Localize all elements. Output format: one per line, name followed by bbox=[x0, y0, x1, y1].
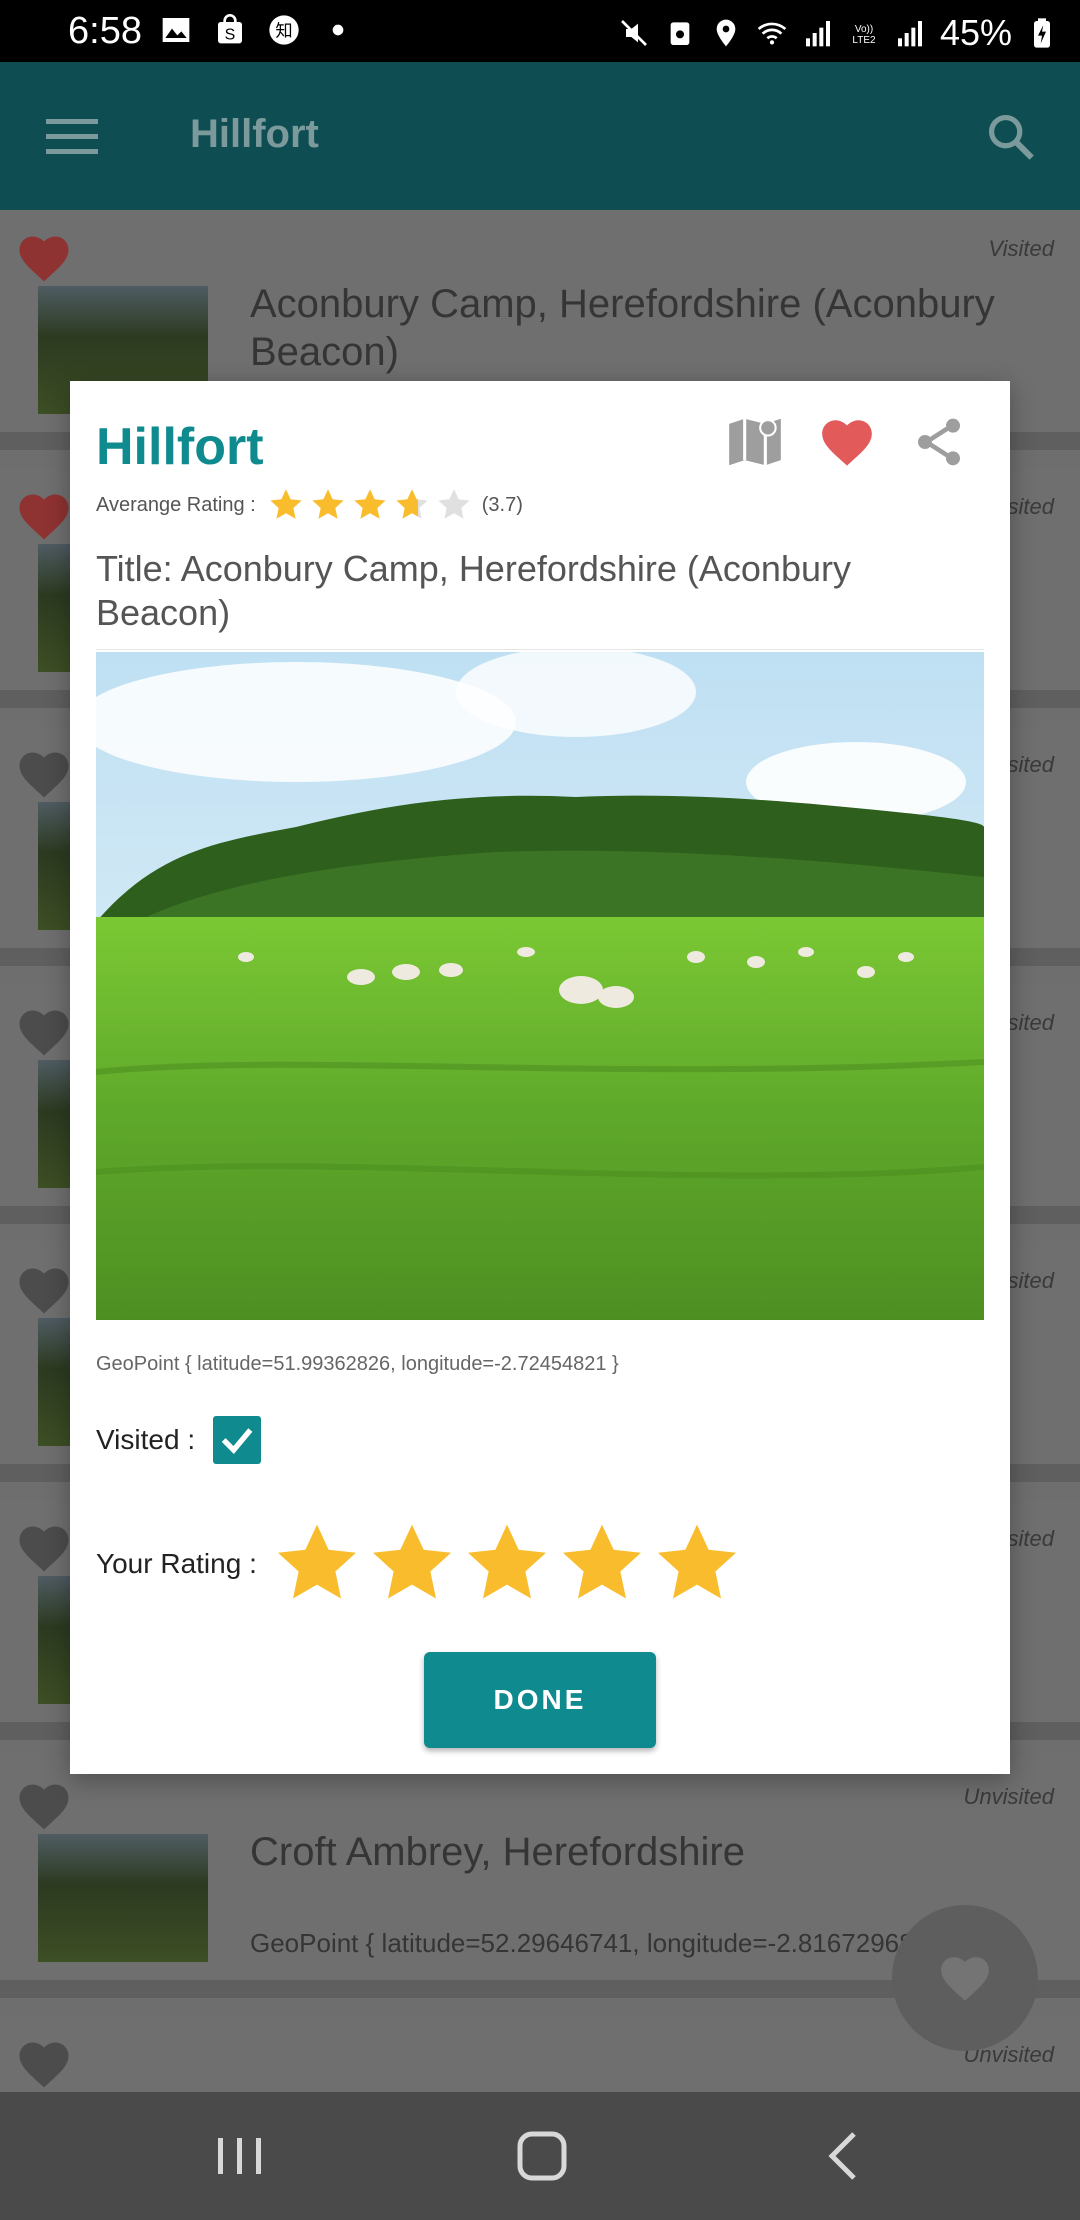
share-button[interactable] bbox=[908, 411, 970, 473]
your-rating-stars[interactable] bbox=[267, 1519, 742, 1609]
average-rating: Averange Rating : (3.7) bbox=[96, 487, 523, 523]
svg-text:知: 知 bbox=[275, 22, 292, 42]
zhihu-icon: 知 bbox=[269, 15, 299, 45]
favorite-button[interactable] bbox=[816, 411, 878, 473]
heart-outline-icon[interactable] bbox=[16, 1780, 72, 1832]
share-icon bbox=[918, 418, 960, 466]
average-star-icon bbox=[438, 489, 470, 519]
volte-icon: Vo))LTE2 bbox=[852, 24, 876, 46]
your-rating-label: Your Rating : bbox=[96, 1548, 257, 1579]
rating-star-icon[interactable] bbox=[272, 1519, 362, 1609]
image-icon bbox=[162, 18, 190, 42]
dialog-title: Hillfort bbox=[96, 418, 264, 476]
heart-outline-icon[interactable] bbox=[16, 748, 72, 800]
back-icon[interactable] bbox=[814, 2128, 874, 2184]
heart-outline-icon[interactable] bbox=[16, 2038, 72, 2090]
list-item-title: Aconbury Camp, Herefordshire (Aconbury B… bbox=[250, 282, 995, 374]
battery-charging-icon bbox=[1034, 18, 1050, 48]
visited-status: Visited bbox=[988, 236, 1054, 261]
average-star-icon bbox=[396, 489, 428, 519]
wifi-icon bbox=[757, 22, 787, 45]
svg-text:LTE2: LTE2 bbox=[852, 35, 876, 46]
heart-icon[interactable] bbox=[16, 490, 72, 542]
signal-icon bbox=[897, 21, 922, 47]
shopping-bag-icon: S bbox=[218, 14, 242, 44]
favorites-fab[interactable] bbox=[892, 1905, 1038, 2051]
heart-icon[interactable] bbox=[16, 232, 72, 284]
svg-text:S: S bbox=[225, 26, 236, 43]
hillfort-thumbnail bbox=[38, 1834, 208, 1962]
list-item-geo: GeoPoint { latitude=52.29646741, longitu… bbox=[250, 1928, 944, 1958]
hillfort-detail-dialog: Hillfort Averange Rating : (3.7) Title: … bbox=[70, 381, 1010, 1774]
geo-point-text: GeoPoint { latitude=51.99362826, longitu… bbox=[96, 1353, 619, 1375]
map-icon bbox=[729, 418, 781, 466]
hillfort-title: Title: Aconbury Camp, Herefordshire (Aco… bbox=[96, 548, 851, 633]
svg-text:Vo)): Vo)) bbox=[855, 24, 873, 35]
average-star-icon bbox=[354, 489, 386, 519]
rating-star-icon[interactable] bbox=[557, 1519, 647, 1609]
mute-icon bbox=[620, 20, 647, 46]
hillfort-photo bbox=[96, 652, 984, 1320]
location-icon bbox=[716, 19, 736, 47]
hamburger-menu-icon[interactable] bbox=[46, 117, 98, 157]
dot-icon bbox=[332, 24, 344, 36]
search-icon[interactable] bbox=[984, 110, 1036, 162]
map-button[interactable] bbox=[724, 411, 786, 473]
average-star-icon bbox=[312, 489, 344, 519]
status-bar: 6:58 S 知 Vo)) LTE2 45% bbox=[0, 0, 1080, 62]
average-rating-value: (3.7) bbox=[481, 493, 523, 516]
dialog-actions bbox=[724, 411, 970, 473]
recycle-icon bbox=[670, 22, 690, 45]
app-bar: Hillfort bbox=[0, 62, 1080, 210]
heart-outline-icon[interactable] bbox=[16, 1006, 72, 1058]
visited-checkbox[interactable] bbox=[213, 1416, 262, 1464]
average-rating-stars bbox=[268, 487, 472, 523]
heart-icon bbox=[941, 1957, 989, 2001]
average-rating-label: Averange Rating : bbox=[96, 493, 256, 516]
status-time: 6:58 bbox=[68, 10, 142, 52]
your-rating-row: Your Rating : bbox=[96, 1519, 742, 1609]
rating-star-icon[interactable] bbox=[462, 1519, 552, 1609]
recent-apps-icon[interactable] bbox=[210, 2128, 270, 2184]
app-title: Hillfort bbox=[190, 112, 319, 156]
done-button[interactable]: DONE bbox=[424, 1652, 656, 1748]
average-star-icon bbox=[270, 489, 302, 519]
home-icon[interactable] bbox=[512, 2128, 572, 2184]
system-nav-bar bbox=[0, 2092, 1080, 2220]
visited-row: Visited : bbox=[96, 1416, 262, 1464]
visited-label: Visited : bbox=[96, 1424, 196, 1455]
rating-star-icon[interactable] bbox=[367, 1519, 457, 1609]
signal-icon bbox=[805, 21, 830, 47]
divider bbox=[96, 649, 984, 650]
list-item-title: Croft Ambrey, Herefordshire bbox=[250, 1830, 745, 1874]
visited-status: Unvisited bbox=[963, 1784, 1054, 1809]
heart-icon bbox=[822, 420, 872, 466]
battery-percent: 45% bbox=[939, 12, 1012, 53]
heart-outline-icon[interactable] bbox=[16, 1264, 72, 1316]
heart-outline-icon[interactable] bbox=[16, 1522, 72, 1574]
rating-star-icon[interactable] bbox=[652, 1519, 742, 1609]
check-icon bbox=[221, 1428, 253, 1454]
